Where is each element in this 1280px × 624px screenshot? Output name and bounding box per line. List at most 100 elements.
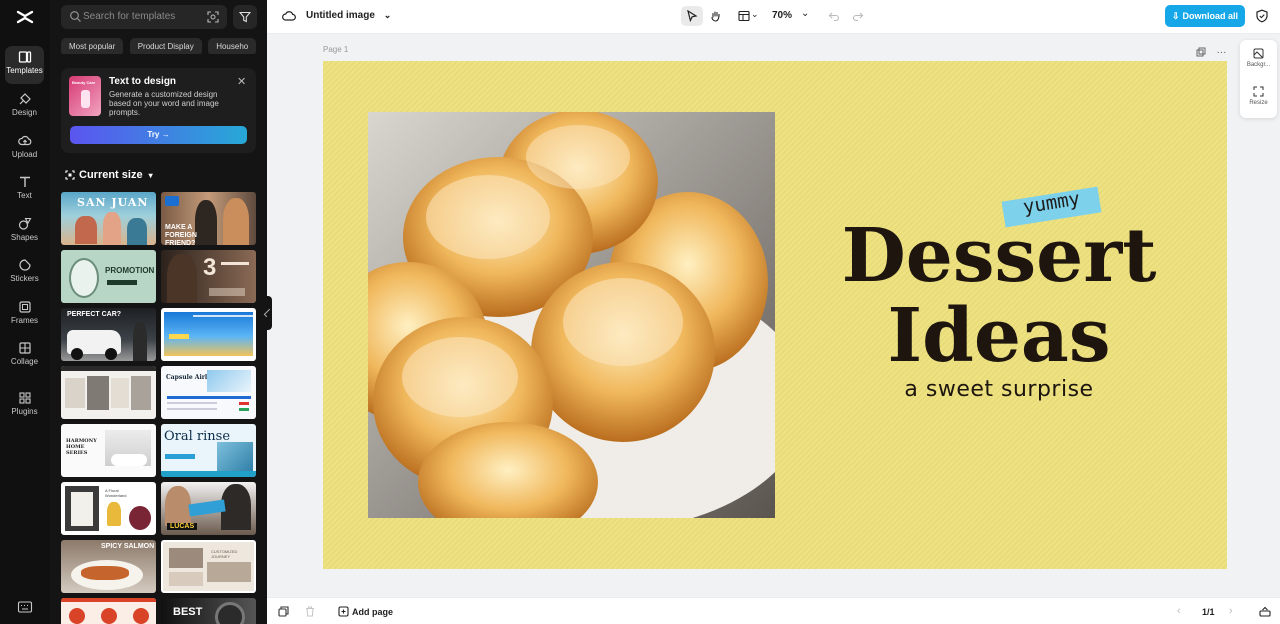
redo-button[interactable] (847, 6, 869, 26)
close-icon[interactable]: ✕ (237, 75, 246, 88)
rail-item-label: Collage (10, 357, 39, 366)
template-caption: SPICY SALMON (101, 543, 155, 550)
subtitle[interactable]: a sweet surprise (813, 377, 1185, 402)
text-to-design-thumbnail: Beauty Care (69, 76, 101, 116)
rail-item-templates[interactable]: Templates (5, 46, 44, 84)
template-thumbnail[interactable]: A Floral Wonderland (61, 482, 156, 535)
chip-product-display[interactable]: Product Display (129, 38, 202, 54)
rail-item-label: Upload (11, 150, 38, 159)
layout-dropdown-button[interactable]: ⌄ (733, 6, 761, 26)
filter-icon (239, 11, 251, 23)
hand-tool-button[interactable] (705, 6, 727, 26)
chip-most-popular[interactable]: Most popular (61, 38, 124, 54)
document-title-dropdown[interactable]: Untitled image ⌄ (306, 10, 391, 21)
undo-button[interactable] (823, 6, 845, 26)
text-icon (19, 176, 30, 187)
upload-icon (17, 135, 31, 146)
page-actions: ··· (1196, 44, 1226, 62)
background-tool[interactable]: Backgr... (1240, 48, 1277, 68)
rail-item-frames[interactable]: Frames (5, 296, 44, 334)
rail-item-shapes[interactable]: Shapes (5, 213, 44, 251)
template-caption: HARMONY HOME SERIES (66, 438, 97, 456)
headline-dessert[interactable]: Dessert (813, 219, 1185, 293)
download-all-button[interactable]: ⇩ Download all (1165, 5, 1245, 27)
zoom-level[interactable]: 70% (772, 10, 792, 21)
filter-button[interactable] (233, 5, 257, 29)
chevron-down-icon: ⌄ (751, 9, 759, 19)
template-thumbnail[interactable]: BEST (161, 598, 256, 624)
previous-page-icon[interactable]: ‹ (1177, 605, 1181, 617)
zoom-chevron-down-icon[interactable]: ⌄ (801, 8, 809, 19)
template-caption: BEST (173, 606, 203, 618)
template-thumbnail[interactable] (161, 308, 256, 361)
cloud-sync-icon[interactable] (282, 9, 296, 23)
templates-panel: Search for templates Most popular Produc… (50, 0, 267, 624)
redo-icon (852, 12, 864, 22)
document-title: Untitled image (306, 10, 375, 21)
image-search-icon[interactable] (207, 11, 219, 23)
template-thumbnail[interactable]: HARMONY HOME SERIES (61, 424, 156, 477)
templates-icon (18, 51, 31, 63)
template-caption: PROMOTION (105, 266, 155, 275)
template-thumbnail[interactable]: Oral rinse (161, 424, 256, 477)
collapse-panel-button[interactable] (263, 296, 273, 330)
category-chips: Most popular Product Display Househo (61, 36, 267, 54)
layers-icon[interactable] (278, 606, 289, 617)
rail-item-stickers[interactable]: Stickers (5, 254, 44, 292)
select-tool-button[interactable] (681, 6, 703, 26)
template-caption: CUSTOMIZED JOURNEY (211, 549, 238, 559)
text-to-design-title: Text to design (109, 76, 177, 87)
next-page-icon[interactable]: › (1229, 605, 1233, 617)
headline-ideas[interactable]: Ideas (813, 299, 1185, 373)
template-thumbnail[interactable]: 3 (161, 250, 256, 303)
template-thumbnail[interactable]: SPICY SALMON (61, 540, 156, 593)
design-canvas[interactable]: yummy Dessert Ideas a sweet surprise (323, 61, 1227, 569)
try-button[interactable]: Try → (70, 126, 247, 144)
capcut-logo[interactable] (15, 7, 35, 27)
chevron-down-icon: ▾ (148, 171, 153, 180)
rail-item-text[interactable]: Text (5, 171, 44, 209)
page-label: Page 1 (323, 45, 349, 54)
thumbnail-text: Beauty Care (72, 80, 96, 85)
resize-tool[interactable]: Resize (1240, 86, 1277, 106)
template-thumbnail[interactable]: CUSTOMIZED JOURNEY (161, 540, 256, 593)
add-page-icon (338, 606, 349, 617)
rail-item-label: Templates (6, 66, 43, 75)
rail-item-upload[interactable]: Upload (5, 130, 44, 168)
add-page-label: Add page (352, 607, 394, 617)
duplicate-page-icon[interactable] (1196, 47, 1206, 57)
add-page-button[interactable]: Add page (338, 606, 393, 617)
trash-icon[interactable] (305, 606, 315, 617)
shield-icon[interactable] (1255, 9, 1269, 23)
rail-item-label: Frames (10, 316, 39, 325)
rail-item-plugins[interactable]: Plugins (5, 387, 44, 425)
shapes-icon (18, 217, 31, 230)
rail-item-design[interactable]: Design (5, 88, 44, 126)
search-input[interactable]: Search for templates (61, 5, 227, 29)
rail-item-collage[interactable]: Collage (5, 337, 44, 375)
template-thumbnail[interactable] (61, 366, 156, 419)
template-thumbnail[interactable]: Capsule Airline (161, 366, 256, 419)
template-caption: MAKE A FOREIGN FRIEND? (165, 224, 197, 245)
template-thumbnail[interactable]: LUCAS (161, 482, 256, 535)
nav-rail: Templates Design Upload Text Shapes Stic… (0, 0, 50, 624)
template-thumbnail[interactable]: MAKE A FOREIGN FRIEND? (161, 192, 256, 245)
template-thumbnail[interactable]: PERFECT CAR? (61, 308, 156, 361)
current-size-dropdown[interactable]: Current size ▾ (65, 169, 153, 181)
layout-icon (738, 10, 750, 22)
design-icon (19, 93, 31, 105)
rail-item-label: Text (17, 191, 32, 200)
keyboard-shortcuts-icon[interactable] (17, 600, 33, 614)
template-thumbnail[interactable]: PROMOTION (61, 250, 156, 303)
current-size-label: Current size (79, 169, 143, 181)
rail-item-label: Stickers (10, 274, 39, 283)
resize-label: Resize (1249, 100, 1268, 106)
more-options-icon[interactable]: ··· (1216, 47, 1226, 58)
template-thumbnail[interactable] (61, 598, 156, 624)
chevron-left-icon (263, 308, 273, 318)
template-thumbnail[interactable]: SAN JUAN (61, 192, 156, 245)
rail-item-label: Design (12, 108, 37, 117)
dessert-photo[interactable] (368, 112, 775, 518)
pages-panel-icon[interactable] (1259, 606, 1271, 617)
chip-household[interactable]: Househo (208, 38, 257, 54)
